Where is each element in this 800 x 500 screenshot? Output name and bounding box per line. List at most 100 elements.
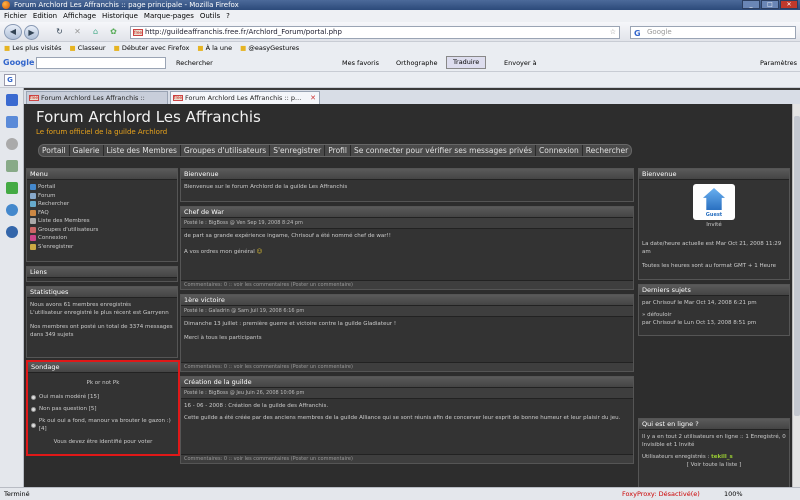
nav-groupes[interactable]: Groupes d'utilisateurs <box>181 145 271 156</box>
settings-button[interactable]: Paramètres <box>760 54 797 72</box>
forward-button[interactable]: ▶ <box>24 25 39 40</box>
gear-icon[interactable] <box>6 204 18 216</box>
menu-item-forum[interactable]: Forum <box>30 192 174 201</box>
poll-option[interactable]: Pk oui oui a fond, manour va brouter le … <box>31 417 175 433</box>
menu-item-connexion[interactable]: Connexion <box>30 234 174 243</box>
smiley-icon: ☺ <box>256 249 263 255</box>
menu-item-register[interactable]: S'enregistrer <box>30 243 174 252</box>
bookmark-most-visited[interactable]: Les plus visités <box>4 42 61 54</box>
bookmarks-star-icon[interactable] <box>6 116 18 128</box>
menu-historique[interactable]: Historique <box>102 10 138 22</box>
tab-favicon: free <box>29 95 39 101</box>
close-window-button[interactable]: ✕ <box>780 0 798 9</box>
menu-help[interactable]: ? <box>226 10 230 22</box>
maximize-button[interactable]: □ <box>761 0 779 9</box>
nav-pm[interactable]: Se connecter pour vérifier ses messages … <box>351 145 537 156</box>
menu-marque-pages[interactable]: Marque-pages <box>144 10 194 22</box>
star-icon[interactable]: ☆ <box>610 27 616 38</box>
reload-icon[interactable]: ↻ <box>52 25 67 40</box>
back-button[interactable]: ◀ <box>4 24 22 40</box>
menu-item-portail[interactable]: Portail <box>30 183 174 192</box>
online-user-link[interactable]: tekill_s <box>711 454 733 460</box>
topic-link[interactable]: » défouloir <box>642 311 786 319</box>
history-icon[interactable] <box>6 138 18 150</box>
post-body: de part sa grande expérience ingame, Chr… <box>184 233 391 255</box>
page-scrollbar[interactable] <box>792 104 800 487</box>
leaf-icon[interactable]: ✿ <box>106 25 121 40</box>
nav-connexion[interactable]: Connexion <box>536 145 583 156</box>
stop-icon[interactable]: ✕ <box>70 25 85 40</box>
url-bar[interactable]: free http://guildeaffranchis.free.fr/Arc… <box>130 26 620 39</box>
search-placeholder: Google <box>647 28 672 36</box>
menu-item-groupes[interactable]: Groupes d'utilisateurs <box>30 226 174 235</box>
nav-portail[interactable]: Portail <box>39 145 70 156</box>
nav-rechercher[interactable]: Rechercher <box>583 145 631 156</box>
poll-option[interactable]: Oui mais modéré [15] <box>31 393 175 401</box>
menu-affichage[interactable]: Affichage <box>63 10 96 22</box>
nav-galerie[interactable]: Galerie <box>70 145 104 156</box>
bookmark-getting-started[interactable]: Débuter avec Firefox <box>114 42 190 54</box>
menu-panel: Menu Portail Forum Rechercher FAQ Liste … <box>26 168 178 262</box>
tab-label: Forum Archlord Les Affranchis :: p... <box>185 94 302 102</box>
info-icon[interactable] <box>6 226 18 238</box>
radio-button[interactable] <box>31 422 36 428</box>
spellcheck-button[interactable]: Orthographe <box>396 54 437 72</box>
post-body: Dimanche 13 juillet : première guerre et… <box>184 321 397 341</box>
menu-outils[interactable]: Outils <box>200 10 220 22</box>
post-comments-link[interactable]: Commentaires: 0 :: voir les commentaires… <box>181 454 633 463</box>
home-icon[interactable]: ⌂ <box>88 25 103 40</box>
guest-label: Guest <box>705 212 723 218</box>
menu-item-rechercher[interactable]: Rechercher <box>30 200 174 209</box>
send-to-button[interactable]: Envoyer à <box>504 54 537 72</box>
sidebar-toggle-icon[interactable] <box>6 94 18 106</box>
search-icon <box>30 201 36 208</box>
nav-register[interactable]: S'enregistrer <box>270 145 326 156</box>
nav-profil[interactable]: Profil <box>325 145 351 156</box>
tab-close-icon[interactable]: ✕ <box>310 92 316 104</box>
menu-item-membres[interactable]: Liste des Membres <box>30 217 174 226</box>
favorites-button[interactable]: Mes favoris <box>342 54 379 72</box>
menu-fichier[interactable]: Fichier <box>4 10 27 22</box>
forum-icon <box>30 192 36 199</box>
google-logo: Google <box>3 58 35 67</box>
post-comments-link[interactable]: Commentaires: 0 :: voir les commentaires… <box>181 362 633 371</box>
translate-button[interactable]: Traduire <box>446 56 487 69</box>
foxyproxy-status[interactable]: FoxyProxy: Désactivé(e) <box>622 488 700 500</box>
google-toolbar-search-input[interactable] <box>36 57 166 69</box>
post-body: 16 - 06 - 2008 : Création de la guilde d… <box>184 403 621 421</box>
tab-forum-2[interactable]: free Forum Archlord Les Affranchis :: p.… <box>170 91 320 104</box>
addons-icon[interactable] <box>6 182 18 194</box>
panel-title: Statistiques <box>27 287 177 298</box>
zoom-level[interactable]: 100% <box>724 488 743 500</box>
bookmark-news[interactable]: À la une <box>197 42 233 54</box>
radio-button[interactable] <box>31 394 36 400</box>
bookmark-easygestures[interactable]: @easyGestures <box>240 42 299 54</box>
google-g-icon[interactable]: G <box>4 74 16 86</box>
panel-title: Bienvenue <box>181 169 633 180</box>
minimize-button[interactable]: _ <box>742 0 760 9</box>
faq-icon <box>30 209 36 216</box>
login-icon <box>30 235 36 242</box>
status-bar: Terminé FoxyProxy: Désactivé(e) 100% <box>0 487 800 500</box>
poll-option[interactable]: Non pas question [5] <box>31 405 175 413</box>
members-icon <box>30 218 36 225</box>
google-search-button[interactable]: Rechercher <box>176 54 213 72</box>
radio-button[interactable] <box>31 406 36 412</box>
last-topics-panel: Derniers sujets par Chrisouf le Mar Oct … <box>638 284 790 336</box>
downloads-icon[interactable] <box>6 160 18 172</box>
bookmark-classeur[interactable]: Classeur <box>69 42 106 54</box>
scroll-thumb[interactable] <box>794 116 800 416</box>
menu-list: Portail Forum Rechercher FAQ Liste des M… <box>27 180 177 254</box>
search-field[interactable]: G Google <box>630 26 796 39</box>
poll-question: Pk or not Pk <box>86 380 120 386</box>
sidebar-strip <box>0 88 24 488</box>
window-titlebar: Forum Archlord Les Affranchis :: page pr… <box>0 0 800 10</box>
last-topics-body: par Chrisouf le Mar Oct 14, 2008 6:21 pm… <box>639 296 789 330</box>
stats-members: Nous avons 61 membres enregistrés <box>30 302 131 308</box>
menu-edition[interactable]: Edition <box>33 10 57 22</box>
menu-item-faq[interactable]: FAQ <box>30 209 174 218</box>
tab-forum-1[interactable]: free Forum Archlord Les Affranchis :: <box>26 91 168 104</box>
nav-membres[interactable]: Liste des Membres <box>104 145 181 156</box>
post-comments-link[interactable]: Commentaires: 0 :: voir les commentaires… <box>181 280 633 289</box>
view-full-list-link[interactable]: [ Voir toute la liste ] <box>642 461 786 469</box>
